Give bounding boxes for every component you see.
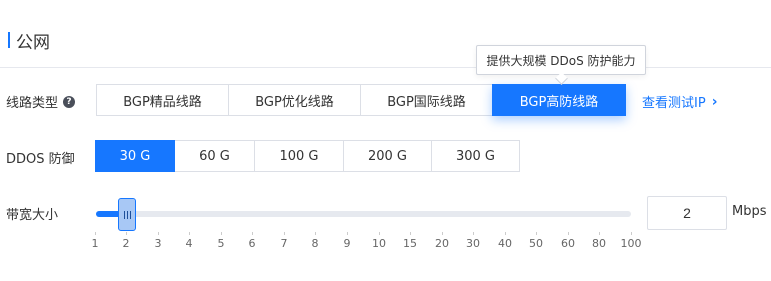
section-accent-bar bbox=[8, 32, 10, 48]
ddos-label: DDOS 防御 bbox=[6, 148, 75, 167]
bandwidth-ticks: 1 2 3 4 5 6 7 8 9 10 15 20 30 40 50 60 8… bbox=[0, 232, 771, 257]
ddos-option-60g[interactable]: 60 G bbox=[174, 140, 255, 172]
ddos-label-text: DDOS 防御 bbox=[6, 152, 75, 167]
line-type-option-high-defense[interactable]: BGP高防线路 bbox=[492, 84, 626, 116]
bandwidth-unit: Mbps bbox=[732, 204, 767, 219]
ddos-option-200g[interactable]: 200 G bbox=[343, 140, 432, 172]
line-type-label-text: 线路类型 bbox=[6, 96, 59, 111]
line-type-selector: BGP精品线路 BGP优化线路 BGP国际线路 BGP高防线路 bbox=[96, 84, 626, 116]
chevron-right-icon: › bbox=[711, 93, 718, 110]
view-test-ip-link[interactable]: 查看测试IP › bbox=[642, 92, 718, 112]
bandwidth-slider-track[interactable] bbox=[96, 211, 631, 217]
ddos-option-100g[interactable]: 100 G bbox=[254, 140, 344, 172]
line-type-label: 线路类型 ? bbox=[6, 92, 76, 111]
grip-icon bbox=[123, 210, 131, 219]
bandwidth-slider-handle[interactable] bbox=[118, 198, 136, 231]
bandwidth-input[interactable] bbox=[647, 196, 727, 230]
line-type-option-optimized[interactable]: BGP优化线路 bbox=[228, 84, 361, 116]
section-title-label: 公网 bbox=[16, 32, 50, 53]
ddos-option-30g[interactable]: 30 G bbox=[95, 140, 175, 172]
bandwidth-label-text: 带宽大小 bbox=[6, 208, 59, 223]
tooltip: 提供大规模 DDoS 防护能力 bbox=[476, 45, 646, 75]
line-type-option-international[interactable]: BGP国际线路 bbox=[360, 84, 493, 116]
line-type-option-premium[interactable]: BGP精品线路 bbox=[96, 84, 229, 116]
bandwidth-label: 带宽大小 bbox=[6, 204, 58, 223]
question-circle-icon[interactable]: ? bbox=[63, 95, 76, 108]
section-divider bbox=[0, 67, 771, 68]
view-test-ip-label: 查看测试IP bbox=[642, 96, 706, 111]
tick-label: 100 bbox=[611, 232, 651, 250]
section-title: 公网 bbox=[8, 29, 50, 53]
ddos-option-300g[interactable]: 300 G bbox=[431, 140, 520, 172]
ddos-selector: 30 G 60 G 100 G 200 G 300 G bbox=[95, 140, 520, 172]
